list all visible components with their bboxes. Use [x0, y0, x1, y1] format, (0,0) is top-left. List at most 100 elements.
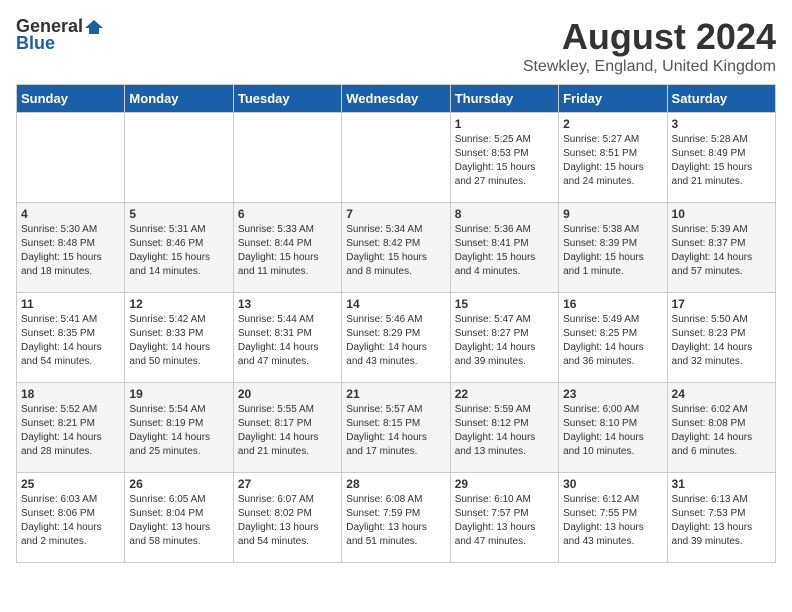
- day-number: 23: [563, 387, 662, 401]
- day-number: 10: [672, 207, 771, 221]
- calendar-week-row: 4 Sunrise: 5:30 AM Sunset: 8:48 PM Daylig…: [17, 203, 776, 293]
- day-info: Sunrise: 5:25 AM Sunset: 8:53 PM Dayligh…: [455, 133, 554, 189]
- day-info: Sunrise: 6:02 AM Sunset: 8:08 PM Dayligh…: [672, 403, 771, 459]
- calendar-cell: 21Sunrise: 5:57 AM Sunset: 8:15 PM Dayli…: [342, 383, 450, 473]
- calendar-cell: 27 Sunrise: 6:07 AM Sunset: 8:02 PM Dayli…: [233, 473, 341, 563]
- calendar-header-monday: Monday: [125, 85, 233, 113]
- day-number: 17: [672, 297, 771, 311]
- day-number: 12: [129, 297, 228, 311]
- day-info: Sunrise: 5:42 AM Sunset: 8:33 PM Dayligh…: [129, 313, 228, 369]
- day-info: Sunrise: 6:07 AM Sunset: 8:02 PM Dayligh…: [238, 493, 337, 549]
- day-number: 1: [455, 117, 554, 131]
- day-number: 5: [129, 207, 228, 221]
- day-number: 29: [455, 477, 554, 491]
- day-number: 20: [238, 387, 337, 401]
- calendar-table: SundayMondayTuesdayWednesdayThursdayFrid…: [16, 84, 776, 563]
- logo-blue: Blue: [16, 33, 55, 54]
- day-info: Sunrise: 5:49 AM Sunset: 8:25 PM Dayligh…: [563, 313, 662, 369]
- calendar-cell: 4 Sunrise: 5:30 AM Sunset: 8:48 PM Daylig…: [17, 203, 125, 293]
- calendar-cell: 2Sunrise: 5:27 AM Sunset: 8:51 PM Daylig…: [559, 113, 667, 203]
- calendar-cell: 7Sunrise: 5:34 AM Sunset: 8:42 PM Daylig…: [342, 203, 450, 293]
- day-info: Sunrise: 6:08 AM Sunset: 7:59 PM Dayligh…: [346, 493, 445, 549]
- calendar-header-tuesday: Tuesday: [233, 85, 341, 113]
- day-info: Sunrise: 6:03 AM Sunset: 8:06 PM Dayligh…: [21, 493, 120, 549]
- calendar-cell: [125, 113, 233, 203]
- title-area: August 2024 Stewkley, England, United Ki…: [523, 16, 776, 76]
- calendar-cell: [233, 113, 341, 203]
- calendar-cell: 14 Sunrise: 5:46 AM Sunset: 8:29 PM Dayli…: [342, 293, 450, 383]
- calendar-cell: 13 Sunrise: 5:44 AM Sunset: 8:31 PM Dayli…: [233, 293, 341, 383]
- day-info: Sunrise: 5:47 AM Sunset: 8:27 PM Dayligh…: [455, 313, 554, 369]
- day-info: Sunrise: 5:54 AM Sunset: 8:19 PM Dayligh…: [129, 403, 228, 459]
- calendar-cell: 15 Sunrise: 5:47 AM Sunset: 8:27 PM Dayli…: [450, 293, 558, 383]
- calendar-header-friday: Friday: [559, 85, 667, 113]
- calendar-cell: 1 Sunrise: 5:25 AM Sunset: 8:53 PM Daylig…: [450, 113, 558, 203]
- calendar-header-thursday: Thursday: [450, 85, 558, 113]
- day-number: 6: [238, 207, 337, 221]
- calendar-cell: 23Sunrise: 6:00 AM Sunset: 8:10 PM Dayli…: [559, 383, 667, 473]
- day-info: Sunrise: 5:52 AM Sunset: 8:21 PM Dayligh…: [21, 403, 120, 459]
- day-number: 8: [455, 207, 554, 221]
- calendar-week-row: 1 Sunrise: 5:25 AM Sunset: 8:53 PM Daylig…: [17, 113, 776, 203]
- calendar-cell: 24 Sunrise: 6:02 AM Sunset: 8:08 PM Dayli…: [667, 383, 775, 473]
- day-number: 30: [563, 477, 662, 491]
- logo-bird-icon: [85, 18, 103, 36]
- calendar-cell: 12 Sunrise: 5:42 AM Sunset: 8:33 PM Dayli…: [125, 293, 233, 383]
- day-number: 3: [672, 117, 771, 131]
- day-info: Sunrise: 5:46 AM Sunset: 8:29 PM Dayligh…: [346, 313, 445, 369]
- day-info: Sunrise: 6:13 AM Sunset: 7:53 PM Dayligh…: [672, 493, 771, 549]
- calendar-week-row: 11 Sunrise: 5:41 AM Sunset: 8:35 PM Dayli…: [17, 293, 776, 383]
- calendar-cell: 6 Sunrise: 5:33 AM Sunset: 8:44 PM Daylig…: [233, 203, 341, 293]
- day-info: Sunrise: 5:59 AM Sunset: 8:12 PM Dayligh…: [455, 403, 554, 459]
- calendar-cell: 17 Sunrise: 5:50 AM Sunset: 8:23 PM Dayli…: [667, 293, 775, 383]
- calendar-cell: 22 Sunrise: 5:59 AM Sunset: 8:12 PM Dayli…: [450, 383, 558, 473]
- header: General Blue August 2024 Stewkley, Engla…: [16, 16, 776, 76]
- day-info: Sunrise: 5:27 AM Sunset: 8:51 PM Dayligh…: [563, 133, 662, 189]
- calendar-cell: 10 Sunrise: 5:39 AM Sunset: 8:37 PM Dayli…: [667, 203, 775, 293]
- calendar-cell: 19 Sunrise: 5:54 AM Sunset: 8:19 PM Dayli…: [125, 383, 233, 473]
- calendar-week-row: 25Sunrise: 6:03 AM Sunset: 8:06 PM Dayli…: [17, 473, 776, 563]
- day-info: Sunrise: 5:55 AM Sunset: 8:17 PM Dayligh…: [238, 403, 337, 459]
- calendar-header-saturday: Saturday: [667, 85, 775, 113]
- day-number: 13: [238, 297, 337, 311]
- day-number: 16: [563, 297, 662, 311]
- day-info: Sunrise: 5:39 AM Sunset: 8:37 PM Dayligh…: [672, 223, 771, 279]
- day-number: 4: [21, 207, 120, 221]
- calendar-cell: 11 Sunrise: 5:41 AM Sunset: 8:35 PM Dayli…: [17, 293, 125, 383]
- day-info: Sunrise: 6:10 AM Sunset: 7:57 PM Dayligh…: [455, 493, 554, 549]
- day-number: 28: [346, 477, 445, 491]
- calendar-cell: [17, 113, 125, 203]
- calendar-cell: 8 Sunrise: 5:36 AM Sunset: 8:41 PM Daylig…: [450, 203, 558, 293]
- calendar-cell: 5 Sunrise: 5:31 AM Sunset: 8:46 PM Daylig…: [125, 203, 233, 293]
- day-number: 27: [238, 477, 337, 491]
- day-number: 18: [21, 387, 120, 401]
- day-number: 24: [672, 387, 771, 401]
- calendar-cell: 16 Sunrise: 5:49 AM Sunset: 8:25 PM Dayli…: [559, 293, 667, 383]
- logo: General Blue: [16, 16, 103, 54]
- calendar-cell: 29 Sunrise: 6:10 AM Sunset: 7:57 PM Dayli…: [450, 473, 558, 563]
- day-info: Sunrise: 6:05 AM Sunset: 8:04 PM Dayligh…: [129, 493, 228, 549]
- day-number: 9: [563, 207, 662, 221]
- day-number: 19: [129, 387, 228, 401]
- day-info: Sunrise: 5:30 AM Sunset: 8:48 PM Dayligh…: [21, 223, 120, 279]
- day-info: Sunrise: 5:34 AM Sunset: 8:42 PM Dayligh…: [346, 223, 445, 279]
- day-number: 11: [21, 297, 120, 311]
- day-info: Sunrise: 5:33 AM Sunset: 8:44 PM Dayligh…: [238, 223, 337, 279]
- calendar-week-row: 18 Sunrise: 5:52 AM Sunset: 8:21 PM Dayli…: [17, 383, 776, 473]
- day-info: Sunrise: 6:12 AM Sunset: 7:55 PM Dayligh…: [563, 493, 662, 549]
- day-number: 15: [455, 297, 554, 311]
- day-info: Sunrise: 5:41 AM Sunset: 8:35 PM Dayligh…: [21, 313, 120, 369]
- day-info: Sunrise: 5:38 AM Sunset: 8:39 PM Dayligh…: [563, 223, 662, 279]
- day-number: 22: [455, 387, 554, 401]
- day-number: 14: [346, 297, 445, 311]
- calendar-cell: 30 Sunrise: 6:12 AM Sunset: 7:55 PM Dayli…: [559, 473, 667, 563]
- day-info: Sunrise: 5:31 AM Sunset: 8:46 PM Dayligh…: [129, 223, 228, 279]
- day-info: Sunrise: 5:36 AM Sunset: 8:41 PM Dayligh…: [455, 223, 554, 279]
- calendar-header-sunday: Sunday: [17, 85, 125, 113]
- day-number: 21: [346, 387, 445, 401]
- calendar-cell: 28 Sunrise: 6:08 AM Sunset: 7:59 PM Dayli…: [342, 473, 450, 563]
- day-info: Sunrise: 5:50 AM Sunset: 8:23 PM Dayligh…: [672, 313, 771, 369]
- calendar-cell: 3Sunrise: 5:28 AM Sunset: 8:49 PM Daylig…: [667, 113, 775, 203]
- day-info: Sunrise: 5:44 AM Sunset: 8:31 PM Dayligh…: [238, 313, 337, 369]
- calendar-cell: 31Sunrise: 6:13 AM Sunset: 7:53 PM Dayli…: [667, 473, 775, 563]
